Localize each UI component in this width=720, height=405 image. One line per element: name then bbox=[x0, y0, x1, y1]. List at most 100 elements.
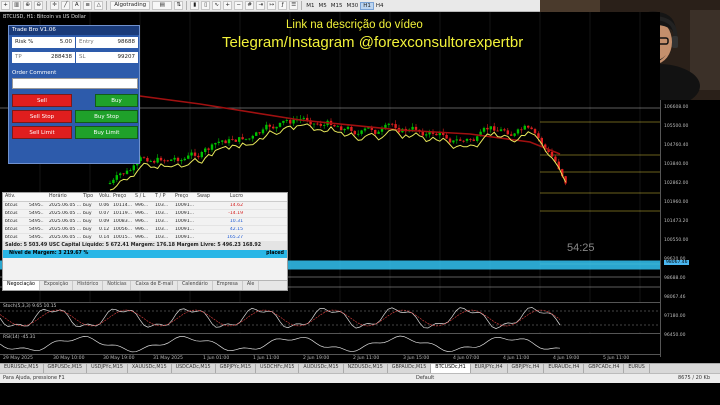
symbol-tab[interactable]: USDCADc,M15 bbox=[172, 364, 216, 373]
trade-row[interactable]: btcus 5495.. 2025.06.05 ... buy 0.09 10083...… bbox=[3, 218, 287, 226]
zoom-icon[interactable]: ⊕ bbox=[23, 1, 33, 10]
price-axis-label: 96450.00 bbox=[664, 333, 686, 338]
candle-body bbox=[503, 129, 506, 131]
trade-row[interactable]: btcus 5495.. 2025.06.05 ... buy 0.06 10114...… bbox=[3, 202, 287, 210]
price-axis-label: 101473.20 bbox=[664, 219, 689, 224]
symbol-tab[interactable]: USDCHFc,M15 bbox=[256, 364, 300, 373]
candle-body bbox=[122, 173, 125, 175]
toolbox-tab[interactable]: Caixa de E-mail bbox=[131, 281, 178, 290]
trade-cell-tp: 103... bbox=[155, 219, 169, 224]
header-volume[interactable]: Volu. bbox=[97, 193, 111, 201]
symbol-tab[interactable]: BTCUSDc,H1 bbox=[431, 364, 471, 373]
magnify-out-icon[interactable]: − bbox=[234, 1, 244, 10]
entry-field[interactable]: Entry 98688 bbox=[76, 37, 138, 48]
templates-icon[interactable]: ☰ bbox=[289, 1, 299, 10]
header-profit[interactable]: Lucro bbox=[221, 193, 245, 201]
symbol-tab[interactable]: XAUUSDc,M15 bbox=[128, 364, 172, 373]
fibonacci-icon[interactable]: ≡ bbox=[83, 1, 93, 10]
trade-row[interactable]: btcus 5495.. 2025.06.05 ... buy 0.12 10056...… bbox=[3, 226, 287, 234]
symbol-tab[interactable]: GBPUSDc,M15 bbox=[44, 364, 88, 373]
zoom-out-icon[interactable]: ⊖ bbox=[34, 1, 44, 10]
sell-stop-button[interactable]: Sell Stop bbox=[12, 110, 72, 123]
margin-row[interactable]: Nível de Margem: 3 219.67 % placed bbox=[3, 250, 287, 258]
timeframe-m1[interactable]: M1 bbox=[304, 3, 316, 9]
header-ticket[interactable] bbox=[27, 193, 47, 201]
header-swap[interactable]: Swap bbox=[195, 193, 221, 201]
symbol-tab[interactable]: EURUSDc,M15 bbox=[0, 364, 44, 373]
symbol-tab[interactable]: GBPJPYc,H4 bbox=[508, 364, 545, 373]
symbol-tab[interactable]: EURUS bbox=[624, 364, 650, 373]
shift-icon[interactable]: ↦ bbox=[267, 1, 277, 10]
rsi-panel[interactable]: RSI(14) -45.31 bbox=[0, 333, 660, 354]
buy-limit-button[interactable]: Buy Limit bbox=[75, 126, 138, 139]
symbol-tab[interactable]: USDJPYc,M15 bbox=[87, 364, 128, 373]
candle-body bbox=[465, 139, 469, 141]
candle-body bbox=[275, 126, 278, 129]
timeframe-h1[interactable]: H1 bbox=[360, 1, 374, 10]
symbol-tab[interactable]: GBPJPYc,M15 bbox=[216, 364, 257, 373]
candle-body bbox=[248, 138, 251, 140]
time-axis: 29 May 2025 30 May 10:00 30 May 19:00 31 Ma… bbox=[0, 354, 660, 363]
algotrading-button[interactable]: Algotrading bbox=[110, 1, 151, 10]
sell-button[interactable]: Sell bbox=[12, 94, 72, 107]
candle-body bbox=[119, 173, 122, 176]
sell-limit-button[interactable]: Sell Limit bbox=[12, 126, 72, 139]
toolbox-tab[interactable]: Negociação bbox=[3, 281, 40, 290]
new-order-button[interactable]: ▤ bbox=[152, 1, 173, 10]
crosshair-icon[interactable]: ✛ bbox=[50, 1, 60, 10]
bar-chart-icon[interactable]: ▮ bbox=[190, 1, 200, 10]
toolbox-tab[interactable]: Calendário bbox=[178, 281, 213, 290]
symbol-tab[interactable]: EURAUDc,H4 bbox=[544, 364, 585, 373]
line-tool-icon[interactable]: ╱ bbox=[61, 1, 71, 10]
symbol-tab[interactable]: GBPCADc,H4 bbox=[584, 364, 625, 373]
tp-field[interactable]: TP 288438 bbox=[12, 52, 75, 63]
timeframe-m30[interactable]: M30 bbox=[344, 3, 360, 9]
trade-panel-title[interactable]: Trade Bro V1.06 bbox=[9, 26, 139, 35]
sl-field[interactable]: SL 99207 bbox=[76, 52, 138, 63]
trade-row[interactable]: btcus 5495.. 2025.06.05 ... buy 0.14 10015...… bbox=[3, 234, 287, 242]
header-symbol[interactable]: Ativ. bbox=[3, 193, 27, 201]
shapes-icon[interactable]: △ bbox=[94, 1, 104, 10]
timeframe-m5[interactable]: M5 bbox=[316, 3, 328, 9]
candle-body bbox=[183, 158, 186, 161]
buy-stop-button[interactable]: Buy Stop bbox=[75, 110, 138, 123]
header-price[interactable]: Preço bbox=[111, 193, 133, 201]
new-order-icon[interactable]: + bbox=[1, 1, 10, 10]
toolbox-tab[interactable]: Ale bbox=[243, 281, 260, 290]
stochastic-panel[interactable]: Stoch(5,3,3) 9.65 10.15 bbox=[0, 302, 660, 332]
toolbar-divider bbox=[106, 1, 108, 10]
trade-cell-tp: 103... bbox=[155, 203, 169, 208]
magnify-in-icon[interactable]: + bbox=[223, 1, 233, 10]
order-comment-input[interactable] bbox=[12, 78, 138, 89]
toolbox-tab[interactable]: Exposição bbox=[40, 281, 74, 290]
price-axis-label: 104760.40 bbox=[664, 143, 689, 148]
symbol-tab[interactable]: NZDUSDc,M15 bbox=[344, 364, 388, 373]
chart-type-icon[interactable]: ▥ bbox=[12, 1, 22, 10]
candle-body bbox=[166, 160, 169, 162]
trade-row[interactable]: btcus 5495.. 2025.06.05 ... buy 0.07 10119...… bbox=[3, 210, 287, 218]
header-type[interactable]: Tipo bbox=[81, 193, 97, 201]
candle-chart-icon[interactable]: ▯ bbox=[201, 1, 211, 10]
toolbox-tab[interactable]: Empresa bbox=[213, 281, 243, 290]
text-tool-icon[interactable]: A bbox=[72, 1, 82, 10]
profile-name[interactable]: Default bbox=[416, 374, 434, 383]
grid-icon[interactable]: # bbox=[245, 1, 255, 10]
header-sl[interactable]: S / L bbox=[133, 193, 153, 201]
autoscroll-icon[interactable]: ⇥ bbox=[256, 1, 266, 10]
buy-button[interactable]: Buy bbox=[95, 94, 138, 107]
indicators-icon[interactable]: ƒ bbox=[278, 1, 288, 10]
toolbox-tab[interactable]: Notícias bbox=[103, 281, 132, 290]
header-time[interactable]: Horário bbox=[47, 193, 81, 201]
toolbox-tab[interactable]: Histórico bbox=[73, 281, 104, 290]
symbol-tab[interactable]: EURJPYc,H4 bbox=[471, 364, 508, 373]
line-chart-icon[interactable]: ∿ bbox=[212, 1, 222, 10]
header-current-price[interactable]: Preço bbox=[173, 193, 195, 201]
price-axis[interactable]: 106608.00 105500.00 104760.40 103840.00 1028… bbox=[660, 100, 720, 357]
symbol-tab[interactable]: GBPAUDc,M15 bbox=[388, 364, 432, 373]
symbol-tab[interactable]: AUDUSDc,M15 bbox=[299, 364, 344, 373]
header-tp[interactable]: T / P bbox=[153, 193, 173, 201]
risk-field[interactable]: Risk % 5.00 bbox=[12, 37, 75, 48]
timeframe-h4[interactable]: H4 bbox=[374, 3, 386, 9]
timeframe-m15[interactable]: M15 bbox=[329, 3, 345, 9]
one-click-icon[interactable]: ⇅ bbox=[174, 1, 184, 10]
